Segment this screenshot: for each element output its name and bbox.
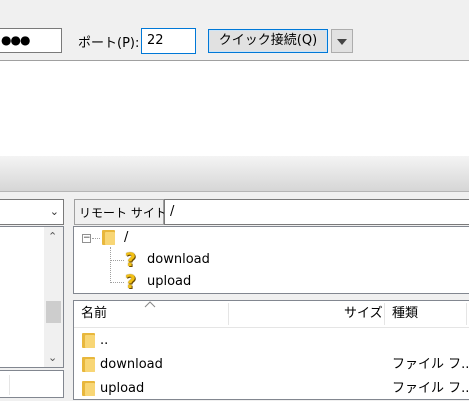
tree-item-label: upload bbox=[147, 274, 192, 289]
unknown-folder-icon: ? bbox=[125, 271, 137, 293]
password-field[interactable]: ●●● bbox=[0, 28, 62, 53]
remote-site-label: リモート サイト: bbox=[74, 199, 171, 225]
column-separator[interactable] bbox=[384, 303, 385, 325]
file-name: upload bbox=[100, 381, 145, 396]
scroll-up-icon[interactable]: ⌃ bbox=[48, 230, 57, 243]
column-separator[interactable] bbox=[9, 375, 10, 395]
tree-item-root[interactable]: − / bbox=[74, 227, 469, 249]
folder-icon bbox=[82, 381, 95, 396]
quick-connect-button[interactable]: クイック接続(Q) bbox=[208, 29, 328, 53]
scroll-thumb[interactable] bbox=[46, 301, 61, 323]
port-field[interactable]: 22 bbox=[141, 28, 196, 54]
local-tree-scrollbar[interactable]: ⌃ ⌄ bbox=[44, 227, 63, 367]
column-separator[interactable] bbox=[228, 303, 229, 325]
dropdown-arrow-icon bbox=[337, 39, 347, 45]
tree-item-upload[interactable]: ? upload bbox=[74, 271, 469, 293]
remote-path-input[interactable]: / bbox=[164, 199, 469, 225]
column-header-name[interactable]: 名前 bbox=[81, 301, 107, 327]
column-separator[interactable] bbox=[466, 303, 467, 325]
message-log[interactable] bbox=[0, 60, 469, 156]
tree-item-label: / bbox=[124, 230, 129, 245]
folder-icon bbox=[82, 357, 95, 372]
scroll-down-icon[interactable]: ⌄ bbox=[48, 351, 57, 364]
chevron-down-icon: ⌄ bbox=[49, 205, 59, 218]
port-label: ポート(P): bbox=[78, 36, 140, 51]
folder-icon bbox=[102, 230, 115, 245]
remote-directory-tree[interactable]: − / ? download ? upload bbox=[73, 226, 469, 294]
local-path-combo[interactable]: ⌄ bbox=[0, 199, 64, 225]
column-header-type[interactable]: 種類 bbox=[392, 301, 418, 327]
file-name: .. bbox=[100, 333, 109, 348]
tree-item-download[interactable]: ? download bbox=[74, 249, 469, 271]
file-type: ファイル フ... bbox=[392, 357, 469, 372]
quick-connect-dropdown-button[interactable] bbox=[331, 29, 353, 53]
remote-file-list[interactable]: 名前 サイズ 種類 .. download ファイル フ... upload フ… bbox=[73, 300, 469, 400]
collapse-icon[interactable]: − bbox=[82, 234, 91, 243]
pane-splitter[interactable] bbox=[0, 156, 469, 192]
list-item[interactable]: upload ファイル フ... bbox=[74, 377, 469, 401]
list-item[interactable]: download ファイル フ... bbox=[74, 353, 469, 377]
file-name: download bbox=[100, 357, 163, 372]
column-header-size[interactable]: サイズ bbox=[344, 301, 383, 327]
list-item[interactable]: .. bbox=[74, 329, 469, 353]
list-header: 名前 サイズ 種類 bbox=[74, 301, 469, 328]
tree-item-label: download bbox=[147, 252, 210, 267]
tree-connector bbox=[92, 238, 100, 239]
folder-icon bbox=[82, 333, 95, 348]
unknown-folder-icon: ? bbox=[125, 249, 137, 271]
file-type: ファイル フ... bbox=[392, 381, 469, 396]
local-file-list[interactable] bbox=[0, 370, 64, 398]
